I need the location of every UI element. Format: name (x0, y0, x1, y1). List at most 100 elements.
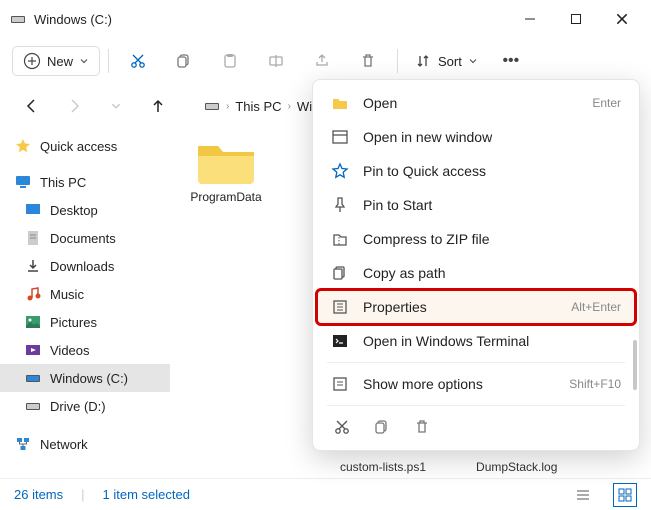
recent-button[interactable] (102, 92, 130, 120)
sidebar-item-label: Music (50, 287, 84, 302)
sidebar-desktop[interactable]: Desktop (0, 196, 170, 224)
ctx-properties[interactable]: PropertiesAlt+Enter (317, 290, 635, 324)
scrollbar-thumb[interactable] (633, 340, 637, 390)
sidebar-c-drive[interactable]: Windows (C:) (0, 364, 170, 392)
sidebar-pictures[interactable]: Pictures (0, 308, 170, 336)
trash-icon[interactable] (413, 418, 431, 436)
ctx-label: Open (363, 95, 578, 111)
divider (397, 49, 398, 73)
ctx-label: Open in new window (363, 129, 621, 145)
ctx-terminal[interactable]: Open in Windows Terminal (317, 324, 635, 358)
copy-icon[interactable] (373, 418, 391, 436)
share-button[interactable] (301, 44, 343, 78)
folder-programdata[interactable]: ProgramData (180, 134, 272, 214)
sidebar-music[interactable]: Music (0, 280, 170, 308)
sidebar-item-label: This PC (40, 175, 86, 190)
chevron-down-icon (79, 56, 89, 66)
star-icon (14, 137, 32, 155)
close-button[interactable] (599, 3, 645, 35)
file-label: ProgramData (190, 190, 261, 204)
pin-icon (331, 196, 349, 214)
sidebar-this-pc[interactable]: This PC (0, 168, 170, 196)
scissors-icon[interactable] (333, 418, 351, 436)
sidebar-item-label: Documents (50, 231, 116, 246)
scissors-icon (129, 52, 147, 70)
chevron-right-icon: › (226, 101, 229, 112)
divider (108, 49, 109, 73)
ctx-open-new-window[interactable]: Open in new window (317, 120, 635, 154)
sidebar-item-label: Downloads (50, 259, 114, 274)
ctx-more-options[interactable]: Show more options Shift+F10 (317, 367, 635, 401)
rename-button[interactable] (255, 44, 297, 78)
maximize-button[interactable] (553, 3, 599, 35)
sidebar-d-drive[interactable]: Drive (D:) (0, 392, 170, 420)
separator (327, 362, 625, 363)
status-bar: 26 items | 1 item selected (0, 478, 651, 510)
ctx-shortcut: Alt+Enter (571, 300, 621, 314)
forward-button[interactable] (60, 92, 88, 120)
pc-icon (14, 173, 32, 191)
ctx-copy-path[interactable]: Copy as path (317, 256, 635, 290)
view-list-button[interactable] (571, 483, 595, 507)
ctx-label: Compress to ZIP file (363, 231, 621, 247)
new-button[interactable]: New (12, 46, 100, 76)
ctx-label: Copy as path (363, 265, 621, 281)
breadcrumb-thispc[interactable]: This PC (235, 99, 281, 114)
drive-icon (24, 369, 42, 387)
more-button[interactable]: ••• (490, 44, 532, 78)
paste-icon (221, 52, 239, 70)
sort-button[interactable]: Sort (406, 47, 486, 75)
properties-icon (331, 298, 349, 316)
status-selection: 1 item selected (103, 487, 190, 502)
more-icon (331, 375, 349, 393)
sidebar-network[interactable]: Network (0, 430, 170, 458)
window-icon (331, 128, 349, 146)
window-title: Windows (C:) (34, 12, 507, 27)
sidebar-item-label: Network (40, 437, 88, 452)
sidebar-item-label: Windows (C:) (50, 371, 128, 386)
ctx-pin-start[interactable]: Pin to Start (317, 188, 635, 222)
file-dumpstack[interactable]: DumpStack.log (476, 460, 557, 474)
chevron-down-icon (468, 56, 478, 66)
folder-icon (194, 134, 258, 186)
copy-button[interactable] (163, 44, 205, 78)
paste-button[interactable] (209, 44, 251, 78)
ctx-label: Pin to Quick access (363, 163, 621, 179)
sidebar-videos[interactable]: Videos (0, 336, 170, 364)
cut-button[interactable] (117, 44, 159, 78)
copy-path-icon (331, 264, 349, 282)
view-grid-button[interactable] (613, 483, 637, 507)
ctx-compress-zip[interactable]: Compress to ZIP file (317, 222, 635, 256)
sort-icon (414, 52, 432, 70)
ctx-shortcut: Enter (592, 96, 621, 110)
download-icon (24, 257, 42, 275)
sidebar: Quick access This PC Desktop Documents D… (0, 128, 170, 478)
trash-icon (359, 52, 377, 70)
sidebar-documents[interactable]: Documents (0, 224, 170, 252)
sidebar-item-label: Videos (50, 343, 90, 358)
sidebar-downloads[interactable]: Downloads (0, 252, 170, 280)
ctx-label: Show more options (363, 376, 555, 392)
sort-label: Sort (438, 54, 462, 69)
sidebar-item-label: Desktop (50, 203, 98, 218)
back-button[interactable] (18, 92, 46, 120)
network-icon (14, 435, 32, 453)
file-custom-lists[interactable]: custom-lists.ps1 (340, 460, 426, 474)
copy-icon (175, 52, 193, 70)
ctx-open[interactable]: Open Enter (317, 86, 635, 120)
sidebar-item-label: Drive (D:) (50, 399, 106, 414)
minimize-button[interactable] (507, 3, 553, 35)
music-icon (24, 285, 42, 303)
zip-icon (331, 230, 349, 248)
drive-icon (204, 98, 220, 114)
ctx-label: Open in Windows Terminal (363, 333, 621, 349)
document-icon (24, 229, 42, 247)
context-menu: Open Enter Open in new window Pin to Quic… (312, 79, 640, 451)
delete-button[interactable] (347, 44, 389, 78)
ctx-shortcut: Shift+F10 (569, 377, 621, 391)
ctx-label: Pin to Start (363, 197, 621, 213)
ctx-pin-quick[interactable]: Pin to Quick access (317, 154, 635, 188)
sidebar-item-label: Pictures (50, 315, 97, 330)
up-button[interactable] (144, 92, 172, 120)
sidebar-quick-access[interactable]: Quick access (0, 132, 170, 160)
